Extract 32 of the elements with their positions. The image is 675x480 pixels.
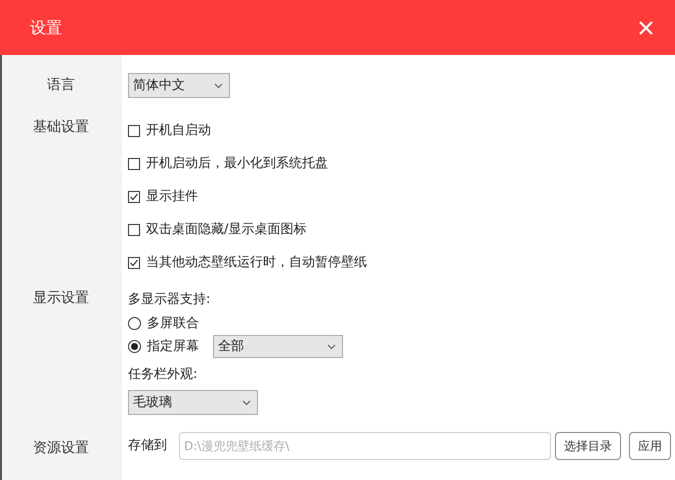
checkbox[interactable] xyxy=(128,190,140,202)
chevron-icon xyxy=(214,82,223,88)
section-label: 显示设置 xyxy=(32,289,90,308)
browse-button[interactable]: 选择目录 xyxy=(555,432,621,460)
chevron-icon xyxy=(242,400,251,406)
field-label: 存储到 xyxy=(128,437,167,456)
checkbox-label: 显示挂件 xyxy=(146,188,198,206)
radio-label: 多屏联合 xyxy=(147,314,199,333)
section-label: 资源设置 xyxy=(32,439,90,458)
window-title: 设置 xyxy=(30,16,62,38)
chevron-icon xyxy=(327,344,336,350)
radio-button[interactable] xyxy=(128,317,141,330)
checkbox-label: 当其他动态壁纸运行时，自动暂停壁纸 xyxy=(146,254,367,272)
checkbox[interactable] xyxy=(128,256,140,268)
dropdown[interactable]: 简体中文 xyxy=(128,73,230,98)
checkbox-label: 开机启动后，最小化到系统托盘 xyxy=(146,154,328,173)
radio-label: 指定屏幕 xyxy=(147,338,199,356)
dropdown[interactable]: 全部 xyxy=(213,335,343,358)
radio-button[interactable] xyxy=(128,340,141,353)
checkbox[interactable] xyxy=(128,124,140,136)
section-heading: 多显示器支持: xyxy=(128,291,212,310)
dropdown[interactable]: 毛玻璃 xyxy=(128,390,258,415)
checkbox-label: 开机自启动 xyxy=(146,122,211,140)
close-icon[interactable] xyxy=(639,20,653,34)
section-label: 基础设置 xyxy=(32,118,90,137)
section-heading: 任务栏外观: xyxy=(128,366,198,384)
checkbox[interactable] xyxy=(128,224,140,236)
path-field[interactable]: D:\漫兜兜壁纸缓存\ xyxy=(179,432,551,460)
section-label: 语言 xyxy=(46,76,76,95)
apply-button[interactable]: 应用 xyxy=(629,432,671,460)
checkbox-label: 双击桌面隐藏/显示桌面图标 xyxy=(146,220,306,239)
checkbox[interactable] xyxy=(128,158,140,170)
